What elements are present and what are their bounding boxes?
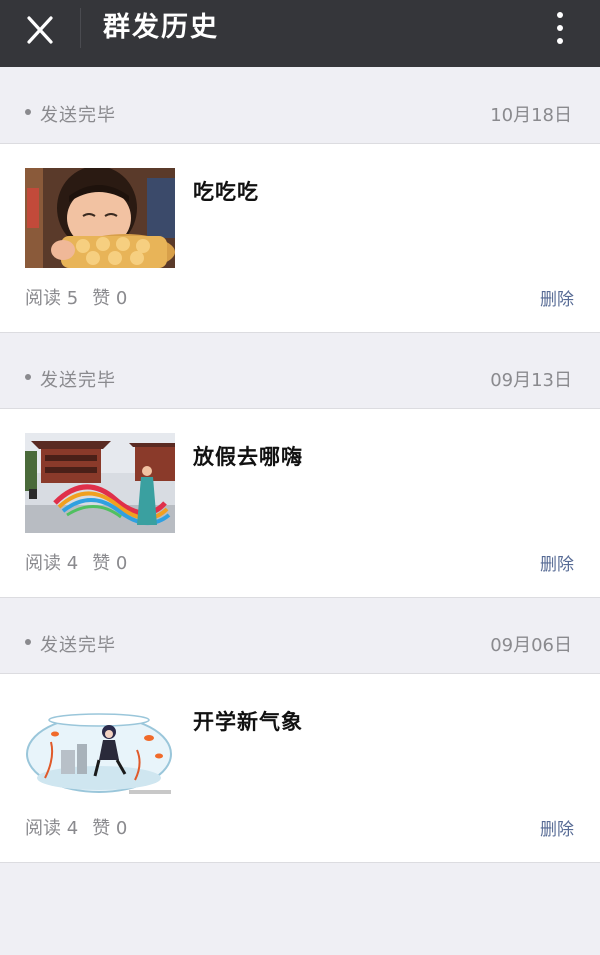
send-date: 09月06日	[490, 635, 572, 656]
bullet-dot	[25, 639, 31, 645]
delete-button[interactable]: 删除	[540, 285, 574, 310]
section-header: 发送完毕 09月06日	[0, 597, 600, 673]
article-title[interactable]: 放假去哪嗨	[193, 441, 303, 471]
top-bar: 群发历史	[0, 0, 600, 67]
send-date: 09月13日	[490, 370, 572, 391]
article-stats: 阅读 4 赞 0	[25, 549, 127, 575]
like-count: 赞 0	[92, 288, 128, 309]
like-count: 赞 0	[92, 553, 128, 574]
like-count: 赞 0	[92, 818, 128, 839]
page-title: 群发历史	[103, 12, 219, 43]
article-stats: 阅读 5 赞 0	[25, 284, 127, 310]
section-header: 发送完毕 10月18日	[0, 67, 600, 143]
article-thumbnail[interactable]	[25, 168, 175, 268]
delete-button[interactable]: 删除	[540, 815, 574, 840]
read-count: 阅读 4	[25, 553, 79, 574]
read-count: 阅读 5	[25, 288, 79, 309]
send-status: 发送完毕	[40, 105, 116, 126]
send-status: 发送完毕	[40, 370, 116, 391]
section-header: 发送完毕 09月13日	[0, 332, 600, 408]
anime-fishbowl-image	[25, 698, 175, 798]
article-title[interactable]: 开学新气象	[193, 706, 303, 736]
article-title[interactable]: 吃吃吃	[193, 176, 259, 206]
temple-ribbon-dancer-image	[25, 433, 175, 533]
more-vertical-icon[interactable]	[548, 8, 572, 48]
article-card[interactable]: 放假去哪嗨 阅读 4 赞 0 删除	[0, 408, 600, 598]
read-count: 阅读 4	[25, 818, 79, 839]
article-thumbnail[interactable]	[25, 698, 175, 798]
article-thumbnail[interactable]	[25, 433, 175, 533]
delete-button[interactable]: 删除	[540, 550, 574, 575]
article-card[interactable]: 开学新气象 阅读 4 赞 0 删除	[0, 673, 600, 863]
article-stats: 阅读 4 赞 0	[25, 814, 127, 840]
child-eating-bread-image	[25, 168, 175, 268]
send-date: 10月18日	[490, 105, 572, 126]
bullet-dot	[25, 374, 31, 380]
header-divider	[80, 8, 81, 48]
bullet-dot	[25, 109, 31, 115]
close-icon[interactable]	[22, 12, 58, 48]
send-status: 发送完毕	[40, 635, 116, 656]
article-card[interactable]: 吃吃吃 阅读 5 赞 0 删除	[0, 143, 600, 333]
